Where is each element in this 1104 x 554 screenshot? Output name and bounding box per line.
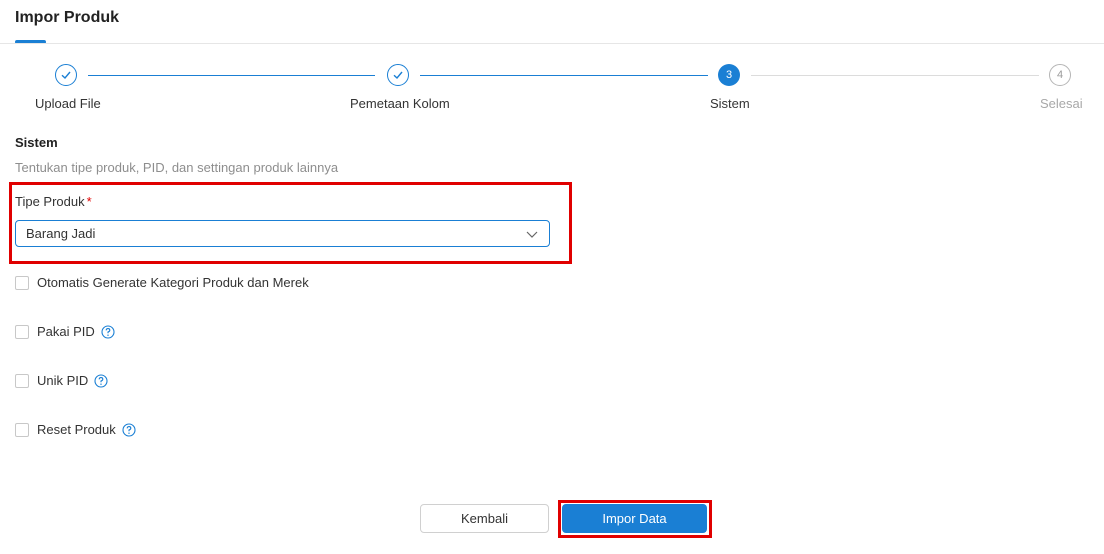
help-circle-icon[interactable] bbox=[94, 373, 108, 388]
step-label-sistem: Sistem bbox=[710, 96, 750, 111]
auto-generate-label: Otomatis Generate Kategori Produk dan Me… bbox=[37, 275, 309, 290]
step-connector-3 bbox=[751, 75, 1039, 76]
step-label-selesai: Selesai bbox=[1040, 96, 1083, 111]
step-4-circle: 4 bbox=[1049, 64, 1071, 86]
option-auto-generate[interactable]: Otomatis Generate Kategori Produk dan Me… bbox=[15, 275, 309, 290]
section-description: Tentukan tipe produk, PID, dan settingan… bbox=[15, 160, 339, 175]
product-type-select[interactable]: Barang Jadi bbox=[15, 220, 550, 247]
page-title: Impor Produk bbox=[15, 9, 120, 26]
step-connector-2 bbox=[420, 75, 708, 76]
product-type-label-text: Tipe Produk bbox=[15, 194, 85, 209]
step-connector-1 bbox=[88, 75, 375, 76]
section-title: Sistem bbox=[15, 135, 58, 150]
pakai-pid-checkbox[interactable] bbox=[15, 324, 29, 339]
unik-pid-checkbox[interactable] bbox=[15, 373, 29, 388]
help-circle-icon[interactable] bbox=[101, 324, 115, 339]
product-type-selected-value: Barang Jadi bbox=[26, 226, 96, 241]
product-type-label: Tipe Produk * bbox=[15, 194, 92, 209]
step-label-upload-file: Upload File bbox=[35, 96, 101, 111]
step-3-circle: 3 bbox=[718, 64, 740, 86]
reset-produk-label: Reset Produk bbox=[37, 422, 116, 437]
chevron-down-icon bbox=[526, 231, 538, 238]
step-1-check-icon bbox=[55, 64, 77, 86]
auto-generate-checkbox[interactable] bbox=[15, 275, 29, 290]
back-button[interactable]: Kembali bbox=[420, 504, 549, 533]
step-label-pemetaan-kolom: Pemetaan Kolom bbox=[350, 96, 450, 111]
help-circle-icon[interactable] bbox=[122, 422, 136, 437]
required-mark: * bbox=[86, 194, 92, 209]
unik-pid-label: Unik PID bbox=[37, 373, 89, 388]
option-pakai-pid[interactable]: Pakai PID bbox=[15, 324, 115, 339]
option-reset-produk[interactable]: Reset Produk bbox=[15, 422, 136, 437]
step-2-check-icon bbox=[387, 64, 409, 86]
reset-produk-checkbox[interactable] bbox=[15, 422, 29, 437]
import-data-button[interactable]: Impor Data bbox=[562, 504, 707, 533]
pakai-pid-label: Pakai PID bbox=[37, 324, 95, 339]
header-divider bbox=[0, 43, 1104, 44]
option-unik-pid[interactable]: Unik PID bbox=[15, 373, 108, 388]
